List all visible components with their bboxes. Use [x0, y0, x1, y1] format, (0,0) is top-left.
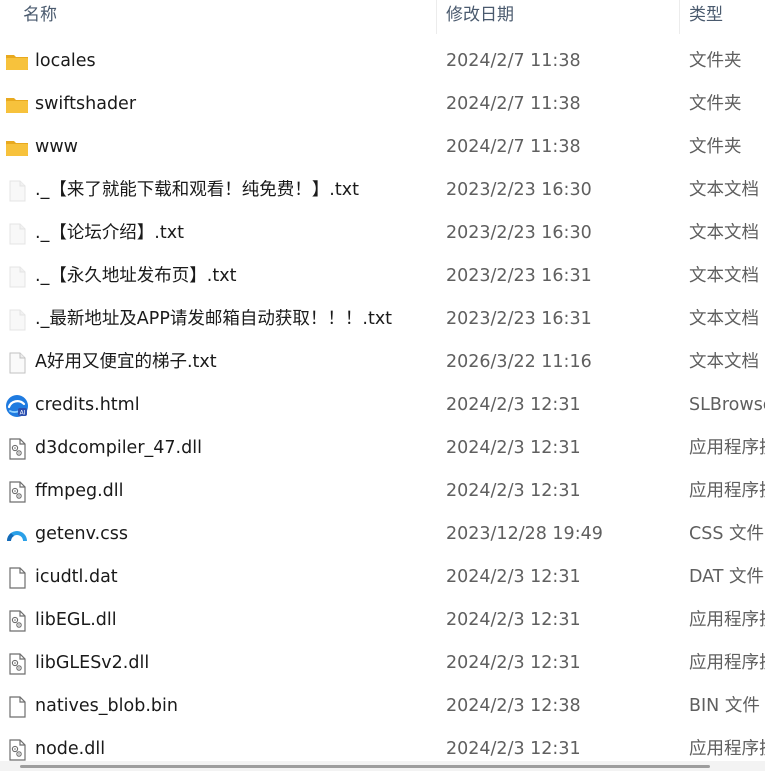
- file-name[interactable]: libEGL.dll: [35, 599, 117, 642]
- hidden-text-file-icon: [5, 179, 29, 203]
- file-type: 文本文档: [689, 266, 759, 286]
- file-type: 文本文档: [689, 180, 759, 200]
- file-name[interactable]: credits.html: [35, 384, 140, 427]
- file-type: BIN 文件: [689, 696, 760, 716]
- file-name[interactable]: d3dcompiler_47.dll: [35, 427, 202, 470]
- column-header-date-modified[interactable]: 修改日期: [446, 0, 514, 30]
- file-row[interactable]: libEGL.dll 2024/2/3 12:31 应用程序扩展: [0, 599, 765, 642]
- file-date-modified: 2024/2/3 12:31: [446, 438, 581, 458]
- file-type: CSS 文件: [689, 524, 764, 544]
- file-name[interactable]: ._最新地址及APP请发邮箱自动获取！！！.txt: [35, 298, 392, 341]
- file-type: 文本文档: [689, 352, 759, 372]
- blank-file-icon: [5, 695, 29, 719]
- hidden-text-file-icon: [5, 222, 29, 246]
- column-divider[interactable]: [436, 0, 437, 34]
- file-date-modified: 2023/2/23 16:31: [446, 266, 592, 286]
- file-name[interactable]: getenv.css: [35, 513, 128, 556]
- file-date-modified: 2024/2/3 12:38: [446, 696, 581, 716]
- file-date-modified: 2024/2/3 12:31: [446, 610, 581, 630]
- file-row[interactable]: getenv.css 2023/12/28 19:49 CSS 文件: [0, 513, 765, 556]
- file-name[interactable]: ._【永久地址发布页】.txt: [35, 255, 236, 298]
- file-row[interactable]: ._【永久地址发布页】.txt 2023/2/23 16:31 文本文档: [0, 255, 765, 298]
- svg-text:AI: AI: [20, 410, 26, 417]
- folder-icon: [5, 93, 29, 117]
- file-row[interactable]: d3dcompiler_47.dll 2024/2/3 12:31 应用程序扩展: [0, 427, 765, 470]
- file-row[interactable]: swiftshader 2024/2/7 11:38 文件夹: [0, 83, 765, 126]
- file-date-modified: 2024/2/3 12:31: [446, 653, 581, 673]
- file-name[interactable]: A好用又便宜的梯子.txt: [35, 341, 217, 384]
- file-type: 文件夹: [689, 137, 742, 157]
- file-type: DAT 文件: [689, 567, 765, 587]
- file-type: 文件夹: [689, 94, 742, 114]
- file-name[interactable]: ._【来了就能下载和观看！纯免费！】.txt: [35, 169, 359, 212]
- file-row[interactable]: natives_blob.bin 2024/2/3 12:38 BIN 文件: [0, 685, 765, 728]
- file-name[interactable]: swiftshader: [35, 83, 136, 126]
- hidden-text-file-icon: [5, 265, 29, 289]
- dll-file-icon: [5, 480, 29, 504]
- folder-icon: [5, 136, 29, 160]
- file-date-modified: 2024/2/3 12:31: [446, 481, 581, 501]
- scrollbar-thumb[interactable]: [20, 765, 710, 768]
- column-header: 名称 修改日期 类型: [0, 0, 765, 34]
- css-file-icon: [5, 523, 29, 547]
- horizontal-scrollbar[interactable]: [0, 761, 765, 771]
- blank-file-icon: [5, 566, 29, 590]
- text-file-icon: [5, 351, 29, 375]
- file-name[interactable]: ffmpeg.dll: [35, 470, 123, 513]
- file-date-modified: 2024/2/7 11:38: [446, 137, 581, 157]
- file-row[interactable]: ._【来了就能下载和观看！纯免费！】.txt 2023/2/23 16:30 文本文…: [0, 169, 765, 212]
- file-type: 应用程序扩展: [689, 610, 765, 630]
- file-date-modified: 2023/12/28 19:49: [446, 524, 603, 544]
- file-type: 文本文档: [689, 309, 759, 329]
- file-type: 文件夹: [689, 51, 742, 71]
- column-header-type[interactable]: 类型: [689, 0, 723, 30]
- file-date-modified: 2024/2/3 12:31: [446, 567, 581, 587]
- file-name[interactable]: ._【论坛介绍】.txt: [35, 212, 184, 255]
- file-type: 应用程序扩展: [689, 653, 765, 673]
- file-row[interactable]: libGLESv2.dll 2024/2/3 12:31 应用程序扩展: [0, 642, 765, 685]
- column-divider[interactable]: [679, 0, 680, 34]
- file-list: locales 2024/2/7 11:38 文件夹 swiftshader 2024…: [0, 40, 765, 771]
- folder-icon: [5, 50, 29, 74]
- file-row[interactable]: AI credits.html 2024/2/3 12:31 SLBrowser: [0, 384, 765, 427]
- file-name[interactable]: natives_blob.bin: [35, 685, 178, 728]
- file-date-modified: 2023/2/23 16:31: [446, 309, 592, 329]
- file-name[interactable]: locales: [35, 40, 96, 83]
- file-date-modified: 2023/2/23 16:30: [446, 223, 592, 243]
- hidden-text-file-icon: [5, 308, 29, 332]
- column-header-name[interactable]: 名称: [23, 0, 57, 30]
- dll-file-icon: [5, 652, 29, 676]
- file-row[interactable]: locales 2024/2/7 11:38 文件夹: [0, 40, 765, 83]
- dll-file-icon: [5, 437, 29, 461]
- file-type: 应用程序扩展: [689, 438, 765, 458]
- file-name[interactable]: icudtl.dat: [35, 556, 118, 599]
- file-date-modified: 2026/3/22 11:16: [446, 352, 592, 372]
- file-type: 应用程序扩展: [689, 481, 765, 501]
- file-row[interactable]: icudtl.dat 2024/2/3 12:31 DAT 文件: [0, 556, 765, 599]
- dll-file-icon: [5, 738, 29, 762]
- file-row[interactable]: www 2024/2/7 11:38 文件夹: [0, 126, 765, 169]
- file-row[interactable]: ._【论坛介绍】.txt 2023/2/23 16:30 文本文档: [0, 212, 765, 255]
- file-row[interactable]: ._最新地址及APP请发邮箱自动获取！！！.txt 2023/2/23 16:31…: [0, 298, 765, 341]
- file-name[interactable]: libGLESv2.dll: [35, 642, 149, 685]
- dll-file-icon: [5, 609, 29, 633]
- browser-html-icon: AI: [5, 394, 29, 418]
- file-row[interactable]: ffmpeg.dll 2024/2/3 12:31 应用程序扩展: [0, 470, 765, 513]
- file-date-modified: 2024/2/7 11:38: [446, 51, 581, 71]
- file-type: 文本文档: [689, 223, 759, 243]
- file-date-modified: 2023/2/23 16:30: [446, 180, 592, 200]
- file-name[interactable]: www: [35, 126, 78, 169]
- file-type: SLBrowser: [689, 395, 765, 415]
- file-date-modified: 2024/2/3 12:31: [446, 395, 581, 415]
- file-date-modified: 2024/2/7 11:38: [446, 94, 581, 114]
- file-row[interactable]: A好用又便宜的梯子.txt 2026/3/22 11:16 文本文档: [0, 341, 765, 384]
